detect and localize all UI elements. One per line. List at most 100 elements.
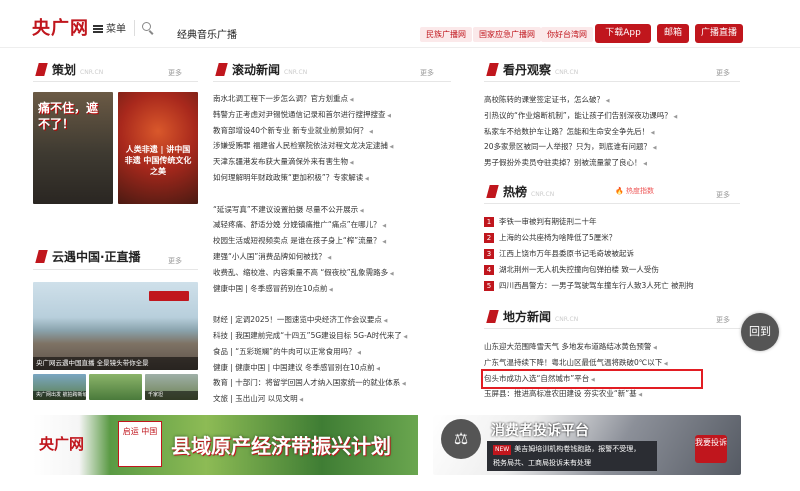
list-item[interactable]: 5 四川西昌警方：一男子驾驶驾车撞车行人致3人死亡 被刑拘	[484, 278, 740, 294]
list-item[interactable]: 私家车不给数护车让路？怎能和生命安全争先后！	[484, 124, 740, 140]
list-item[interactable]: 减轻疼痛、舒适分娩 分娩镇痛推广“痛点”在哪儿？	[213, 217, 451, 233]
divider	[213, 81, 451, 82]
mail-button[interactable]: 邮箱	[657, 24, 689, 43]
more-link[interactable]: 更多	[716, 315, 730, 325]
list-item[interactable]: 健康 | 健康中国 | 中国建议 冬季感冒别在10点前	[213, 360, 451, 376]
planning-image-2-text: 人类非遗 | 讲中国非遗 中国传统文化之美	[124, 145, 192, 176]
section-header-rolling: 滚动新闻 CNR.CN	[215, 59, 307, 79]
banner-title: 消费者投诉平台	[491, 423, 589, 439]
live-caption: 央广网云遇中国直播 全景镜头带你全景	[33, 357, 198, 370]
more-link[interactable]: 更多	[420, 68, 434, 78]
banner-title: 县域原产经济带振兴计划	[171, 434, 391, 458]
section-marker	[486, 63, 499, 76]
hot-item-text: 四川西昌警方：一男子驾驶驾车撞车行人致3人死亡 被刑拘	[499, 281, 694, 290]
list-item[interactable]: 食品 | “五彩斑斓”的牛肉可以正常食用吗？	[213, 344, 451, 360]
list-item[interactable]: 高校陈转的课堂签定证书，怎么破？	[484, 92, 740, 108]
live-thumb-3[interactable]: 千家坦	[145, 374, 198, 400]
hot-badge-label: 热度指数	[625, 187, 654, 195]
section-title: 策划	[52, 63, 77, 77]
divider	[134, 20, 135, 36]
list-item[interactable]: 韩警方正考虑对尹锡悦通信记录和首尔进行搜押搜查	[213, 107, 451, 123]
list-item[interactable]: 4 湖北荆州一无人机失控撞向包弹拍楼 致一人受伤	[484, 262, 740, 278]
planning-image-2[interactable]: 人类非遗 | 讲中国非遗 中国传统文化之美	[118, 92, 198, 204]
rank-badge: 1	[484, 217, 494, 227]
chip-taiwan[interactable]: 你好台湾网	[541, 27, 593, 42]
live-thumb-1[interactable]: 央广网出发 航拍跨新城	[33, 374, 86, 400]
live-video[interactable]: 央广网云遇中国直播 全景镜头带你全景	[33, 282, 198, 370]
list-item[interactable]: 2 上海的公共座椅为啥降低了5厘米？	[484, 230, 740, 246]
list-item[interactable]: 3 江西上饶市万年县委原书记毛奇坡被起诉	[484, 246, 740, 262]
list-item[interactable]: 文旅 | 玉出山河 以见文明	[213, 391, 451, 407]
more-link[interactable]: 更多	[168, 68, 182, 78]
hot-index-badge: 🔥 热度指数	[615, 187, 654, 195]
more-link[interactable]: 更多	[716, 190, 730, 200]
list-item[interactable]: 南水北调工程下一步怎么调？官方划重点	[213, 91, 451, 107]
watch-list: 高校陈转的课堂签定证书，怎么破？引热议的“作业熔断机制”，能让孩子们告别深夜功课…	[484, 92, 740, 171]
section-header-planning: 策划 CNR.CN	[35, 59, 103, 79]
banner-logo: 央广网	[39, 435, 85, 453]
planning-image-1-text: 痛不住，遮不了！	[38, 101, 99, 131]
complain-button[interactable]: 我要投诉	[695, 435, 727, 463]
site-logo[interactable]: 央广网	[32, 14, 89, 40]
rank-badge: 5	[484, 281, 494, 291]
list-item[interactable]: 建强“小人国”消费品牌如何被找？	[213, 249, 451, 265]
hot-item-text: 湖北荆州一无人机失控撞向包弹拍楼 致一人受伤	[499, 265, 659, 274]
list-item[interactable]: 男子假扮外卖员夺驻卖掉？别被流量蒙了良心！	[484, 155, 740, 171]
hot-item-text: 上海的公共座椅为啥降低了5厘米？	[499, 233, 617, 242]
section-header-watch: 看丹观察 CNR.CN	[486, 59, 579, 79]
list-item[interactable]: 财经 | 定调2025！一图速览中央经济工作会议要点	[213, 312, 451, 328]
menu-button[interactable]: 菜单	[93, 20, 126, 35]
section-header-cloud: 云遇中国·正直播	[35, 246, 141, 266]
list-item[interactable]: 收费乱、缩校准、内容乘量不高 “假夜校”乱象需路多	[213, 265, 451, 281]
banner-seal: 启运 中国	[118, 421, 162, 467]
list-item[interactable]: 科技 | 我国建前完成“十四五”5G建设目标 5G-A时代来了	[213, 328, 451, 344]
hot-item-text: 江西上饶市万年县委原书记毛奇坡被起诉	[499, 249, 634, 258]
list-item[interactable]: 山东迎大范围降雪天气 多地发布道路结冰黄色预警	[484, 339, 740, 355]
rank-badge: 4	[484, 265, 494, 275]
top-bar: 央广网 菜单 经典音乐广播 民族广播网 国家应急广播网 你好台湾网 下载App …	[0, 0, 800, 48]
planning-image-1[interactable]: 痛不住，遮不了！	[33, 92, 113, 204]
search-input[interactable]: 经典音乐广播	[177, 26, 237, 41]
divider	[484, 203, 740, 204]
list-item[interactable]: 如何理解明年财政政策“更加积极”？专家解读	[213, 170, 451, 186]
live-thumb-2[interactable]	[89, 374, 142, 400]
hot-list: 1 李铁一审被判有期徒刑二十年 2 上海的公共座椅为啥降低了5厘米？ 3 江西上饶市万年县…	[484, 214, 740, 294]
chip-ethnic[interactable]: 民族广播网	[420, 27, 472, 42]
rank-badge: 3	[484, 249, 494, 259]
download-app-button[interactable]: 下载App	[595, 24, 651, 43]
list-item[interactable]: 教育 | 十部门：将留学回国人才纳入国家统一的就业体系	[213, 375, 451, 391]
list-item[interactable]: 1 李铁一审被判有期徒刑二十年	[484, 214, 740, 230]
list-item[interactable]: 健康中国 | 冬季感冒药别在10点前	[213, 281, 451, 297]
rolling-news-list: 南水北调工程下一步怎么调？官方划重点韩警方正考虑对尹锡悦通信记录和首尔进行搜押搜…	[213, 91, 451, 407]
section-title: 云遇中国·正直播	[52, 250, 141, 264]
live-thumb-caption: 央广网出发 航拍跨新城	[33, 391, 86, 400]
section-title: 滚动新闻	[232, 63, 281, 77]
live-thumb-caption: 千家坦	[145, 391, 198, 400]
list-item[interactable]: “延误写真”不建议设置拍摄 尽量不公开展示	[213, 202, 451, 218]
section-marker	[486, 185, 499, 198]
list-item[interactable]: 校园生活或短视频卖点 是谁在孩子身上“榨”流量？	[213, 233, 451, 249]
list-item[interactable]: 教育部增设40个新专业 新专业就业前景如何？	[213, 123, 451, 139]
section-header-hot: 热榜 CNR.CN	[486, 181, 554, 201]
banner-county-economy[interactable]: 央广网 启运 中国 县域原产经济带振兴计划	[33, 415, 418, 475]
chip-emergency[interactable]: 国家应急广播网	[473, 27, 541, 42]
section-marker	[215, 63, 228, 76]
notice-line-2: 税务局共、工商局投诉未有处理	[493, 459, 591, 467]
hot-item-text: 李铁一审被判有期徒刑二十年	[499, 217, 597, 226]
live-badge	[149, 291, 189, 301]
more-link[interactable]: 更多	[168, 256, 182, 266]
section-title: 热榜	[503, 185, 528, 199]
list-item[interactable]: 引热议的“作业熔断机制”，能让孩子们告别深夜功课吗？	[484, 108, 740, 124]
floating-button[interactable]: 回到	[741, 313, 779, 351]
highlight-box	[481, 369, 703, 389]
more-link[interactable]: 更多	[716, 68, 730, 78]
section-en: CNR.CN	[555, 69, 579, 76]
notice-line-1: 美吉姆培训机构卷钱跑路，报警不受理，	[514, 445, 641, 453]
list-item[interactable]: 20多家景区被同一人举报？只为，到底谁有问题？	[484, 139, 740, 155]
list-item[interactable]: 天津东疆港发布获大量滴保外来有害生物	[213, 154, 451, 170]
divider	[33, 269, 198, 270]
search-icon[interactable]	[142, 22, 154, 35]
list-item[interactable]: 涉嫌受贿罪 福建省人民检察院依法对程文龙决定逮捕	[213, 138, 451, 154]
banner-consumer-complaint[interactable]: ⚖ 消费者投诉平台 NEW 美吉姆培训机构卷钱跑路，报警不受理， 税务局共、工商局投…	[433, 415, 741, 475]
live-button[interactable]: 广播直播	[695, 24, 743, 43]
